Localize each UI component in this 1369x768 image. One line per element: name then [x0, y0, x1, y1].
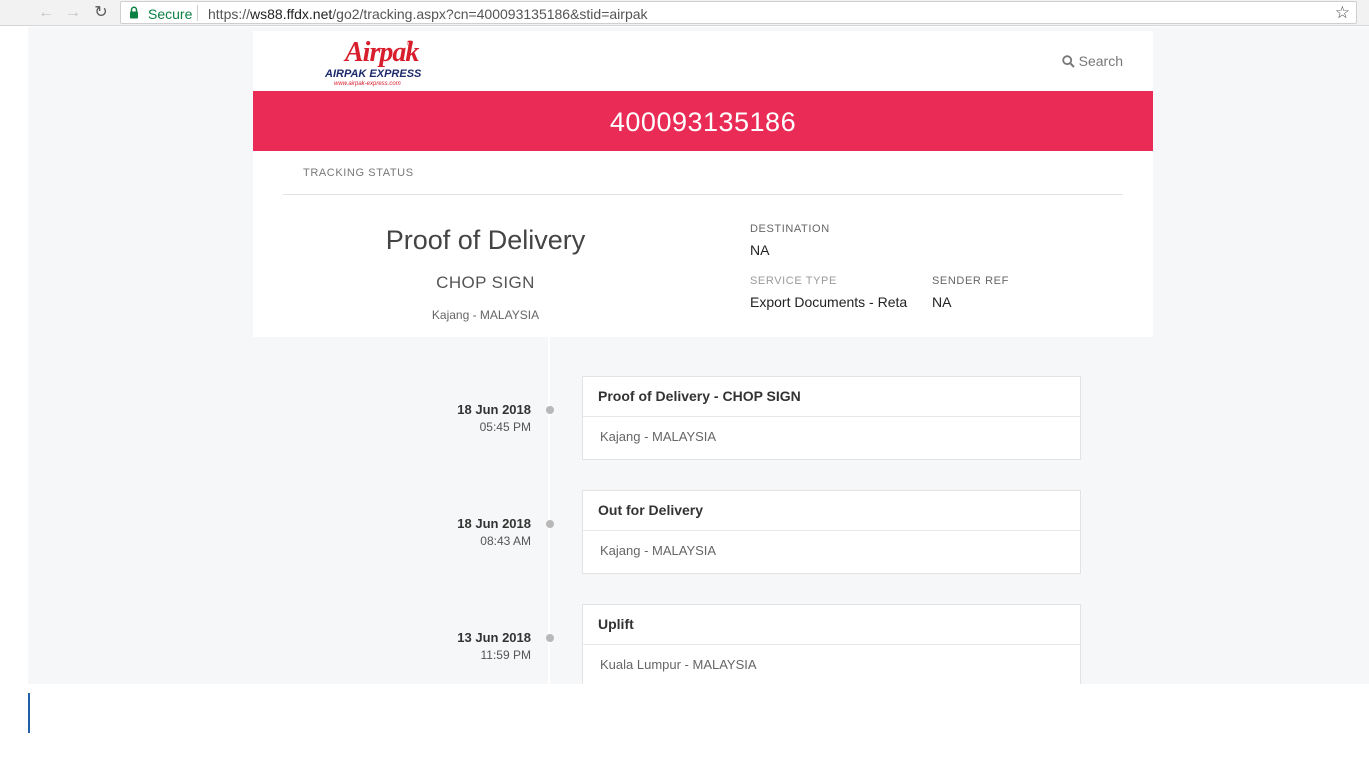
event-card: Uplift Kuala Lumpur - MALAYSIA: [582, 604, 1081, 684]
event-location: Kajang - MALAYSIA: [600, 543, 717, 558]
search-icon: [1061, 55, 1075, 68]
sender-ref-value: NA: [932, 294, 952, 310]
url-text[interactable]: https://ws88.ffdx.net/go2/tracking.aspx?…: [208, 6, 648, 22]
logo-registered-mark: ®: [407, 39, 413, 48]
event-card: Proof of Delivery - CHOP SIGN Kajang - M…: [582, 376, 1081, 460]
url-path: /go2/tracking.aspx?cn=400093135186&stid=…: [332, 6, 648, 22]
event-separator: [583, 416, 1080, 417]
event-title: Proof of Delivery - CHOP SIGN: [598, 388, 801, 404]
browser-toolbar: ← → ↻ Secure https://ws88.ffdx.net/go2/t…: [0, 0, 1369, 26]
forward-arrow-icon[interactable]: →: [63, 3, 83, 23]
text-caret: [28, 693, 30, 733]
event-separator: [583, 530, 1080, 531]
lock-icon: [130, 6, 138, 19]
sender-ref-label: SENDER REF: [932, 275, 1009, 287]
timeline-dot-icon: [546, 520, 554, 528]
event-date: 13 Jun 2018: [457, 630, 531, 645]
event-date: 18 Jun 2018: [457, 402, 531, 417]
url-scheme: https://: [208, 6, 251, 22]
event-title: Out for Delivery: [598, 502, 704, 518]
timeline-event: 18 Jun 2018 08:43 AM Out for Delivery Ka…: [253, 490, 1153, 574]
timeline-event: 13 Jun 2018 11:59 PM Uplift Kuala Lumpur…: [253, 604, 1153, 684]
tracking-number-banner: 400093135186: [253, 91, 1153, 151]
search-button[interactable]: Search: [1061, 53, 1123, 69]
event-separator: [583, 644, 1080, 645]
site-header: Airpak ® AIRPAK EXPRESS www.airpak-expre…: [253, 31, 1153, 91]
status-title: Proof of Delivery: [385, 225, 586, 255]
tracking-container: Airpak ® AIRPAK EXPRESS www.airpak-expre…: [253, 31, 1153, 337]
event-date: 18 Jun 2018: [457, 516, 531, 531]
page-body: Airpak ® AIRPAK EXPRESS www.airpak-expre…: [28, 27, 1369, 684]
reload-icon[interactable]: ↻: [91, 3, 111, 23]
blank-area: [0, 684, 1369, 768]
logo-company-name: AIRPAK EXPRESS: [325, 68, 422, 80]
destination-value: NA: [750, 242, 770, 258]
destination-label: DESTINATION: [750, 223, 830, 235]
bookmark-star-icon[interactable]: ☆: [1335, 3, 1350, 23]
event-title: Uplift: [598, 616, 634, 632]
airpak-logo[interactable]: Airpak ® AIRPAK EXPRESS www.airpak-expre…: [325, 37, 429, 91]
timeline-event: 18 Jun 2018 05:45 PM Proof of Delivery -…: [253, 376, 1153, 460]
event-time: 05:45 PM: [479, 420, 531, 434]
status-location: Kajang - MALAYSIA: [431, 308, 540, 322]
tracking-number: 400093135186: [609, 107, 797, 137]
omnibox-separator: [197, 5, 198, 21]
back-arrow-icon[interactable]: ←: [36, 3, 56, 23]
address-bar[interactable]: Secure https://ws88.ffdx.net/go2/trackin…: [120, 1, 1357, 24]
url-host: ws88.ffdx.net: [250, 6, 333, 22]
event-card: Out for Delivery Kajang - MALAYSIA: [582, 490, 1081, 574]
timeline-dot-icon: [546, 406, 554, 414]
tab-divider: [283, 194, 1123, 195]
tab-tracking-status[interactable]: TRACKING STATUS: [303, 167, 414, 179]
service-type-value: Export Documents - Reta: [750, 294, 908, 310]
event-time: 08:43 AM: [480, 534, 531, 548]
service-type-label: SERVICE TYPE: [750, 275, 837, 287]
event-location: Kuala Lumpur - MALAYSIA: [600, 657, 757, 672]
search-label: Search: [1078, 53, 1123, 69]
secure-label: Secure: [148, 6, 193, 22]
status-subtitle: CHOP SIGN: [436, 273, 535, 292]
logo-url: www.airpak-express.com: [334, 81, 401, 87]
tracking-info-card: TRACKING STATUS Proof of Delivery CHOP S…: [253, 151, 1153, 337]
timeline-dot-icon: [546, 634, 554, 642]
event-time: 11:59 PM: [480, 648, 531, 662]
event-location: Kajang - MALAYSIA: [600, 429, 717, 444]
